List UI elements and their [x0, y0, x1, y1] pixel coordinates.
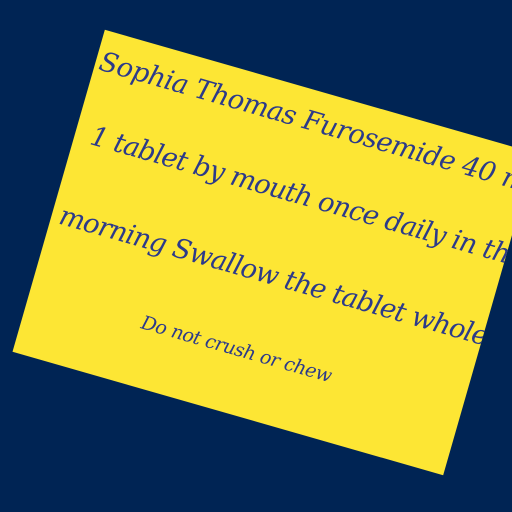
note-line-1: Sophia Thomas Furosemide 40 mg Take [95, 46, 512, 222]
handwritten-note-card: Sophia Thomas Furosemide 40 mg Take 1 ta… [12, 29, 512, 476]
